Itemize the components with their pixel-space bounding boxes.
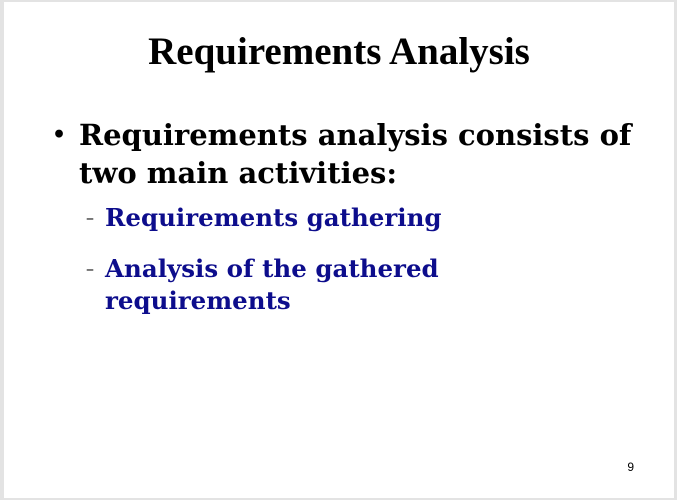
sub-item-text: Requirements gathering [105,203,442,232]
dash-marker: – [86,208,94,227]
dash-marker: – [86,259,94,278]
slide-title: Requirements Analysis [148,30,530,73]
page-number: 9 [627,460,634,474]
sub-item-text: Analysis of the gathered requirements [105,254,439,315]
bullet-text: Requirements analysis consists of two ma… [79,118,632,190]
slide: Requirements Analysis • Requirements ana… [4,2,674,498]
bullet-marker: • [52,122,67,148]
